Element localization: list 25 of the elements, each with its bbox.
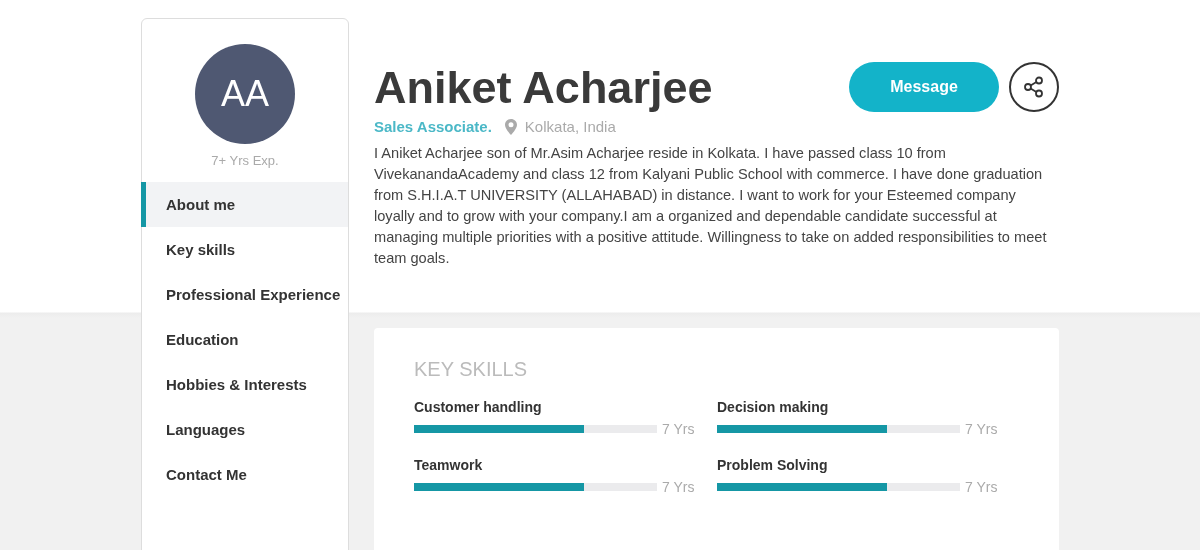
profile-name: Aniket Acharjee (374, 62, 713, 114)
sidebar-item[interactable]: Hobbies & Interests (141, 362, 348, 407)
share-button[interactable] (1009, 62, 1059, 112)
location-text: Kolkata, India (524, 118, 616, 135)
skill-name: Problem Solving (717, 457, 829, 473)
share-icon (1022, 75, 1046, 99)
experience-label: 7+ Yrs Exp. (211, 153, 279, 168)
skill-years: 7 Yrs (662, 421, 695, 437)
section-title: KEY SKILLS (414, 358, 529, 381)
about-paragraph: I Aniket Acharjee son of Mr.Asim Acharjee reside in Kolkata. I have passed class 10 from VivekanandaAcademy and class 12 from Kalyani Public School with commerce. I have done graduation from S.H.I.A.T UNIVERSITY (ALLAHABAD) in distance. I want to work for your Esteemed company loyally and to grow with your company.I am a organized and dependable candidate successful at managing multiple priorities with a positive attitude. Willingness to take on added responsibilities to meet team goals. (374, 144, 1048, 268)
sidebar-item[interactable]: Key skills (141, 227, 348, 272)
skill-name: Customer handling (414, 399, 543, 415)
skill-years: 7 Yrs (965, 479, 998, 495)
location-pin-icon (504, 118, 517, 135)
job-title: Sales Associate. (374, 118, 492, 135)
avatar: AA (195, 44, 295, 144)
sidebar-item[interactable]: Professional Experience (141, 272, 348, 317)
skill-years: 7 Yrs (965, 421, 998, 437)
skill-name: Decision making (717, 399, 830, 415)
skill-years: 7 Yrs (662, 479, 695, 495)
sidebar-item[interactable]: About me (141, 182, 348, 227)
sidebar-item[interactable]: Languages (141, 407, 348, 452)
skill-name: Teamwork (414, 457, 484, 473)
sidebar-item[interactable]: Contact Me (141, 452, 348, 497)
sidebar-item[interactable]: Education (141, 317, 348, 362)
